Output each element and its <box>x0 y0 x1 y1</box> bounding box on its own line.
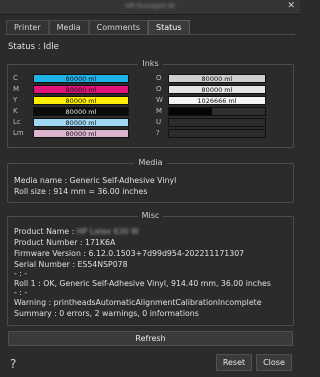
ink-level-bar: 1026666 ml <box>168 96 266 105</box>
tab-bar: Printer Media Comments Status <box>6 20 190 34</box>
ink-label: W <box>156 96 163 104</box>
ink-label: Lm <box>13 129 24 137</box>
ink-label: Y <box>13 96 18 104</box>
ink-volume: 80000 ml <box>201 86 233 94</box>
roll-size: Roll size : 914 mm = 36.00 inches <box>14 187 148 196</box>
tab-printer[interactable]: Printer <box>6 20 49 34</box>
roll-1-status: Roll 1 : OK, Generic Self-Adhesive Vinyl… <box>14 279 271 288</box>
ink-label: O <box>156 85 162 93</box>
ink-volume: 80000 ml <box>65 97 97 105</box>
ink-volume: 80000 ml <box>65 130 97 138</box>
ink-label: O <box>156 74 162 82</box>
ink-level-bar <box>168 118 266 127</box>
separator-2: - : - <box>14 288 28 297</box>
ink-level-fill <box>169 108 213 115</box>
refresh-button[interactable]: Refresh <box>8 331 293 346</box>
ink-volume: 80000 ml <box>65 86 97 94</box>
tab-media[interactable]: Media <box>48 20 89 34</box>
product-name-value: HP Latex 630 W <box>76 227 139 236</box>
firmware-version: Firmware Version : 6.12.0.1503+7d99d954-… <box>14 249 245 258</box>
ink-level-bar: 80000 ml <box>168 74 266 83</box>
ink-level-bar: 80000 ml <box>33 74 129 83</box>
ink-level-bar: 80000 ml <box>33 129 129 138</box>
summary-line: Summary : 0 errors, 2 warnings, 0 inform… <box>14 309 199 318</box>
ink-volume: 80000 ml <box>65 108 97 116</box>
tab-status[interactable]: Status <box>148 20 190 34</box>
window-title: HP-Sunspot-W <box>125 2 175 10</box>
ink-label: K <box>13 107 18 115</box>
status-line: Status : Idle <box>8 42 59 52</box>
ink-level-bar: 80000 ml <box>33 107 129 116</box>
help-icon[interactable]: ? <box>10 357 16 371</box>
ink-level-bar: 80000 ml <box>33 85 129 94</box>
close-button[interactable]: Close <box>256 354 292 371</box>
warning-line: Warning : printheadsAutomaticAlignmentCa… <box>14 298 262 307</box>
media-group: Media Media name : Generic Self-Adhesive… <box>7 158 294 203</box>
ink-level-bar: 80000 ml <box>168 85 266 94</box>
separator-1: - : - <box>14 269 28 278</box>
serial-number: Serial Number : ES54NSP078 <box>14 260 128 269</box>
ink-volume: 80000 ml <box>201 75 233 83</box>
ink-label: M <box>13 85 20 93</box>
inks-group: Inks C 80000 ml M 80000 ml Y 80000 ml K 80000 m… <box>7 59 294 148</box>
ink-label: C <box>13 74 18 82</box>
ink-label: M <box>156 107 163 115</box>
product-number: Product Number : 171K6A <box>14 238 116 247</box>
ink-level-bar: 80000 ml <box>33 118 129 127</box>
ink-volume: 80000 ml <box>65 75 97 83</box>
ink-label: U <box>156 118 162 126</box>
misc-title: Misc <box>137 211 164 220</box>
reset-button[interactable]: Reset <box>216 354 252 371</box>
ink-volume: 80000 ml <box>65 119 97 127</box>
ink-label: Lc <box>13 118 21 126</box>
close-icon[interactable]: ✕ <box>287 1 295 11</box>
tab-comments[interactable]: Comments <box>88 20 149 34</box>
product-name: Product Name : HP Latex 630 W <box>14 227 139 236</box>
ink-level-bar: 80000 ml <box>33 96 129 105</box>
misc-group: Misc Product Name : HP Latex 630 W Produ… <box>7 211 294 326</box>
ink-label: ? <box>156 129 160 137</box>
title-bar: HP-Sunspot-W ✕ <box>0 0 300 15</box>
ink-level-bar <box>168 129 266 138</box>
media-title: Media <box>134 158 167 167</box>
inks-title: Inks <box>138 59 163 68</box>
ink-level-bar <box>168 107 266 116</box>
product-name-label: Product Name : <box>14 227 77 236</box>
ink-volume: 1026666 ml <box>197 97 237 105</box>
media-name: Media name : Generic Self-Adhesive Vinyl <box>14 176 177 185</box>
